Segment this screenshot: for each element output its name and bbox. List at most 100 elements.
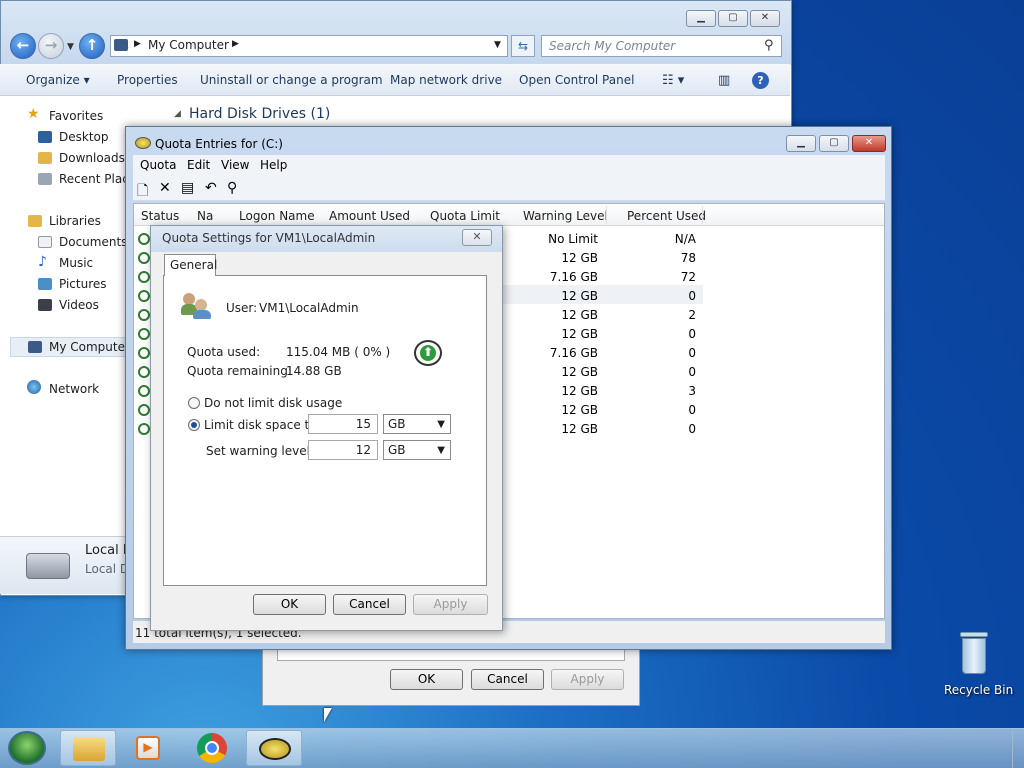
minimize-button[interactable]: ▁ (686, 10, 716, 27)
show-desktop-button[interactable] (1012, 730, 1024, 768)
computer-icon (114, 39, 128, 51)
uninstall-button[interactable]: Uninstall or change a program (200, 73, 383, 87)
organize-button[interactable]: Organize ▾ (26, 73, 90, 87)
col-logon-name[interactable]: Logon Name (239, 209, 315, 223)
map-network-drive-button[interactable]: Map network drive (390, 73, 502, 87)
warning-level-cell: 12 GB (561, 384, 598, 398)
bg-cancel-button[interactable]: Cancel (471, 669, 544, 690)
no-limit-radio[interactable] (188, 397, 200, 409)
status-icon (138, 385, 150, 397)
start-button[interactable] (8, 731, 46, 765)
collapse-icon[interactable]: ◢ (174, 109, 181, 119)
up-button[interactable]: ↑ (79, 33, 105, 59)
back-button[interactable]: ← (10, 33, 36, 59)
favorites-star-icon: ★ (27, 106, 40, 122)
status-icon (138, 252, 150, 264)
undo-icon[interactable]: ↶ (205, 180, 217, 196)
col-status[interactable]: Status (141, 209, 179, 223)
ok-button[interactable]: OK (253, 594, 326, 615)
limit-unit-value: GB (388, 417, 406, 431)
bg-apply-button[interactable]: Apply (551, 669, 624, 690)
nav-documents[interactable]: Documents (59, 235, 127, 249)
chevron-right-icon[interactable]: ▶ (134, 39, 141, 49)
settings-close-button[interactable]: ✕ (462, 229, 492, 246)
col-amount-used[interactable]: Amount Used (329, 209, 410, 223)
search-icon[interactable]: ⚲ (764, 38, 774, 53)
quota-close-button[interactable]: ✕ (852, 135, 886, 152)
nav-downloads[interactable]: Downloads (59, 151, 125, 165)
col-warning-level[interactable]: Warning Level (523, 209, 608, 223)
status-icon (138, 309, 150, 321)
percent-used-cell: 0 (688, 403, 696, 417)
chevron-right-icon[interactable]: ▶ (232, 39, 239, 49)
details-title: Local Disk (C:) (85, 543, 127, 558)
cancel-button[interactable]: Cancel (333, 594, 406, 615)
menu-edit[interactable]: Edit (187, 158, 210, 172)
percent-used-cell: 72 (680, 270, 696, 284)
warning-level-cell: 7.16 GB (549, 270, 598, 284)
taskbar-quota[interactable] (246, 730, 302, 766)
percent-used-cell: 0 (688, 422, 696, 436)
nav-libraries[interactable]: Libraries (49, 214, 101, 228)
quota-window-title: Quota Entries for (C:) (155, 137, 283, 151)
limit-unit-select[interactable]: GB ▼ (383, 414, 451, 434)
nav-pictures[interactable]: Pictures (59, 277, 107, 291)
apply-button[interactable]: Apply (413, 594, 488, 615)
column-divider[interactable] (606, 206, 607, 224)
percent-used-cell: 3 (688, 384, 696, 398)
find-icon[interactable]: ⚲ (227, 180, 237, 196)
warning-unit-select[interactable]: GB ▼ (383, 440, 451, 460)
quota-maximize-button[interactable]: ▢ (819, 135, 849, 152)
quota-disk-icon (259, 738, 291, 760)
new-entry-icon[interactable]: 🗋 (137, 180, 148, 204)
close-button[interactable]: ✕ (750, 10, 780, 27)
percent-used-cell: 0 (688, 346, 696, 360)
properties-icon[interactable]: ▤ (181, 180, 194, 196)
refresh-icon[interactable]: ⇆ (511, 35, 535, 57)
taskbar-explorer[interactable] (60, 730, 116, 766)
column-divider[interactable] (702, 206, 703, 224)
quota-minimize-button[interactable]: ▁ (786, 135, 816, 152)
recycle-bin-icon[interactable] (956, 632, 992, 676)
open-control-panel-button[interactable]: Open Control Panel (519, 73, 634, 87)
menu-view[interactable]: View (221, 158, 249, 172)
nav-desktop[interactable]: Desktop (59, 130, 109, 144)
nav-videos[interactable]: Videos (59, 298, 99, 312)
address-dropdown-icon[interactable]: ▼ (494, 40, 501, 50)
quota-remaining-value: 14.88 GB (286, 364, 342, 378)
quota-remaining-label: Quota remaining: (187, 364, 292, 378)
quota-disk-icon (135, 137, 151, 149)
nav-favorites[interactable]: Favorites (49, 109, 103, 123)
status-icon (138, 233, 150, 245)
limit-radio[interactable] (188, 419, 200, 431)
bg-ok-button[interactable]: OK (390, 669, 463, 690)
warning-value-input[interactable]: 12 (308, 440, 378, 460)
change-view-icon[interactable]: ☷ ▾ (662, 73, 684, 88)
users-icon (181, 291, 211, 319)
nav-my-computer[interactable]: My Computer (49, 340, 130, 354)
recent-pages-icon[interactable]: ▼ (67, 42, 74, 52)
properties-button[interactable]: Properties (117, 73, 178, 87)
taskbar-chrome[interactable] (184, 730, 240, 766)
menu-help[interactable]: Help (260, 158, 287, 172)
delete-icon[interactable]: ✕ (159, 180, 171, 196)
menu-quota[interactable]: Quota (140, 158, 176, 172)
network-icon (27, 380, 41, 394)
local-disk-icon (26, 553, 70, 579)
status-icon (138, 423, 150, 435)
limit-value-input[interactable]: 15 (308, 414, 378, 434)
col-quota-limit[interactable]: Quota Limit (430, 209, 500, 223)
percent-used-cell: 78 (680, 251, 696, 265)
taskbar-media-player[interactable]: ▶ (120, 730, 176, 766)
pictures-icon (38, 278, 52, 290)
maximize-button[interactable]: ▢ (718, 10, 748, 27)
help-icon[interactable]: ? (752, 72, 769, 89)
warning-level-cell: 12 GB (561, 422, 598, 436)
forward-button[interactable]: → (38, 33, 64, 59)
col-percent-used[interactable]: Percent Used (627, 209, 706, 223)
nav-network[interactable]: Network (49, 382, 99, 396)
computer-icon (28, 341, 42, 353)
nav-music[interactable]: Music (59, 256, 93, 270)
col-name[interactable]: Na (197, 209, 213, 223)
preview-pane-icon[interactable]: ▥ (718, 73, 730, 88)
